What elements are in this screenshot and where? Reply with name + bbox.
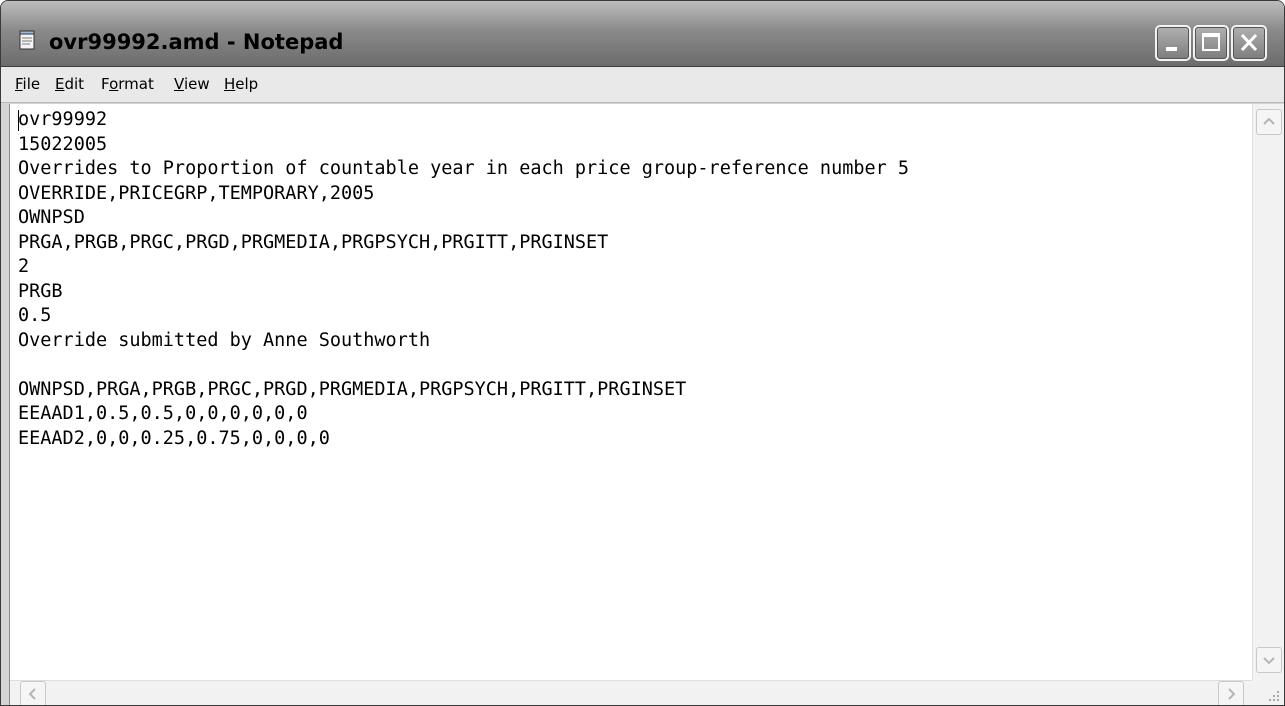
arrow-left-icon [28, 688, 36, 700]
text-line: OWNPSD,PRGA,PRGB,PRGC,PRGD,PRGMEDIA,PRGP… [18, 378, 687, 400]
text-line: OWNPSD [18, 207, 85, 228]
scroll-right-button[interactable] [1218, 681, 1244, 705]
notepad-window: ovr99992.amd - Notepad File Edit Format … [0, 0, 1285, 706]
window-title: ovr99992.amd - Notepad [49, 30, 344, 54]
scroll-down-button[interactable] [1256, 647, 1282, 673]
size-grip-icon[interactable] [1252, 680, 1284, 705]
minimize-button[interactable] [1155, 25, 1191, 61]
text-line: 15022005 [18, 133, 108, 155]
text-line: 2 [18, 256, 30, 277]
text-line: PRGA,PRGB,PRGC,PRGD,PRGMEDIA,PRGPSYCH,PR… [18, 231, 609, 253]
menu-view[interactable]: View [174, 75, 210, 93]
text-line: PRGB [18, 280, 63, 302]
menu-file[interactable]: File [15, 75, 40, 93]
document-text[interactable]: ovr99992 15022005 Overrides to Proportio… [18, 108, 909, 451]
text-line: 0.5 [18, 305, 52, 326]
close-button[interactable] [1231, 25, 1267, 61]
minimize-icon [1166, 47, 1177, 51]
menu-bar: File Edit Format View Help [1, 67, 1284, 103]
text-caret [18, 110, 19, 131]
arrow-right-icon [1228, 688, 1236, 700]
vertical-scrollbar[interactable] [1252, 104, 1284, 680]
scroll-left-button[interactable] [20, 681, 46, 705]
menu-help[interactable]: Help [224, 75, 258, 93]
text-editor[interactable]: ovr99992 15022005 Overrides to Proportio… [9, 104, 1284, 705]
notepad-icon [19, 29, 37, 51]
horizontal-scrollbar[interactable] [10, 680, 1252, 705]
maximize-icon [1202, 33, 1220, 51]
title-bar[interactable]: ovr99992.amd - Notepad [1, 1, 1284, 67]
text-line: EEAAD1,0.5,0.5,0,0,0,0,0,0 [18, 403, 308, 424]
menu-format[interactable]: Format [101, 75, 154, 93]
text-line: ovr99992 [18, 109, 108, 130]
maximize-button[interactable] [1193, 25, 1229, 61]
text-line: Overrides to Proportion of countable yea… [18, 158, 910, 179]
text-line: OVERRIDE,PRICEGRP,TEMPORARY,2005 [18, 182, 375, 204]
arrow-up-icon [1263, 117, 1275, 125]
close-icon [1240, 33, 1258, 52]
text-line: Override submitted by Anne Southworth [18, 329, 431, 351]
arrow-down-icon [1263, 657, 1275, 665]
text-line: EEAAD2,0,0,0.25,0.75,0,0,0,0 [18, 427, 330, 449]
menu-edit[interactable]: Edit [55, 75, 84, 93]
scroll-up-button[interactable] [1256, 109, 1282, 135]
